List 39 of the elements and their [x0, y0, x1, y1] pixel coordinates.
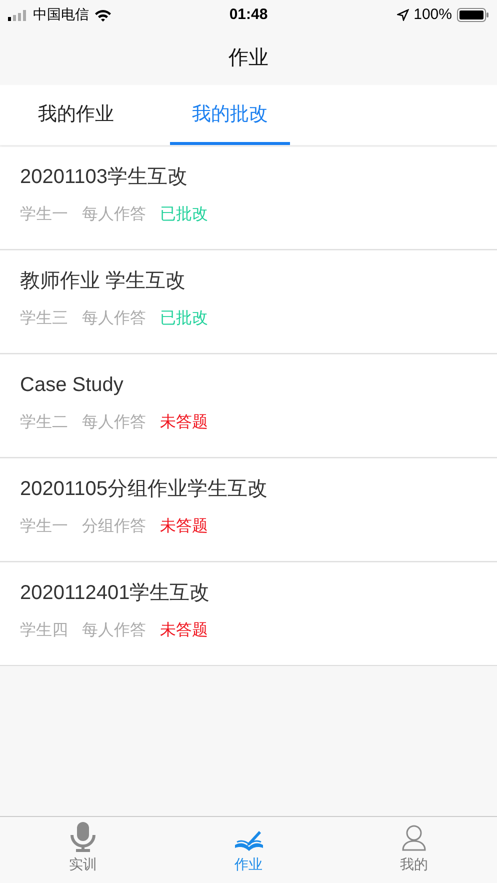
student-name: 学生四 [20, 620, 68, 641]
tab-bar-item[interactable]: 我的 [331, 817, 497, 883]
book-pen-icon [234, 828, 264, 852]
student-name: 学生二 [20, 412, 68, 433]
grading-status: 未答题 [160, 516, 208, 537]
assignment-title: 2020112401学生互改 [20, 581, 210, 606]
assignment-title: 20201105分组作业学生互改 [20, 477, 268, 502]
answer-mode: 每人作答 [82, 205, 146, 225]
assignment-title: Case Study [20, 373, 124, 398]
student-name: 学生一 [20, 204, 68, 225]
answer-mode: 每人作答 [82, 309, 146, 329]
assignment-card[interactable]: 20201103学生互改 学生一 每人作答 已批改 [0, 147, 497, 250]
microphone-icon [70, 822, 96, 852]
carrier-name: 中国电信 [33, 6, 89, 24]
assignment-card[interactable]: 20201105分组作业学生互改 学生一 分组作答 未答题 [0, 459, 497, 562]
person-icon [401, 824, 428, 852]
location-arrow-icon [396, 9, 409, 21]
wifi-icon [94, 8, 112, 22]
status-time: 01:48 [229, 4, 268, 25]
assignment-card[interactable]: 教师作业 学生互改 学生三 每人作答 已批改 [0, 251, 497, 354]
answer-mode: 分组作答 [82, 517, 146, 537]
student-name: 学生三 [20, 308, 68, 329]
student-name: 学生一 [20, 516, 68, 537]
answer-mode: 每人作答 [82, 413, 146, 433]
assignment-title: 教师作业 学生互改 [20, 269, 186, 294]
answer-mode: 每人作答 [82, 621, 146, 641]
grading-status: 已批改 [160, 309, 208, 329]
grading-status: 已批改 [160, 205, 208, 225]
signal-icon [8, 10, 28, 20]
tab[interactable]: 我的作业 [16, 85, 136, 145]
battery-icon [457, 8, 489, 22]
battery-percentage: 100% [414, 4, 452, 25]
tab-bar-item[interactable]: 实训 [0, 817, 166, 883]
grading-status: 未答题 [160, 620, 208, 641]
assignment-card[interactable]: 2020112401学生互改 学生四 每人作答 未答题 [0, 563, 497, 666]
grading-status: 未答题 [160, 412, 208, 433]
assignment-card[interactable]: Case Study 学生二 每人作答 未答题 [0, 355, 497, 458]
assignment-title: 20201103学生互改 [20, 165, 188, 190]
page-title: 作业 [228, 46, 268, 70]
